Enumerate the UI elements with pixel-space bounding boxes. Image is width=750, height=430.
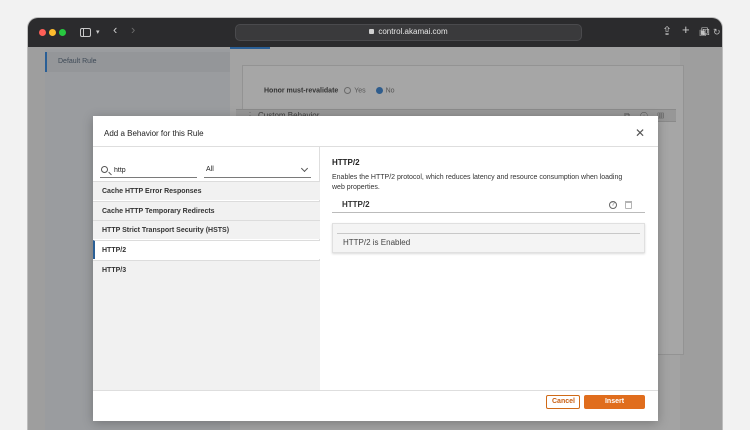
- reload-icon[interactable]: ↻: [713, 27, 721, 38]
- tab-overview-icon[interactable]: ⧉: [701, 23, 710, 39]
- behavior-status-text: HTTP/2 is Enabled: [343, 238, 411, 247]
- search-icon: [101, 166, 108, 173]
- detail-title: HTTP/2: [332, 158, 360, 167]
- category-select[interactable]: All: [204, 164, 311, 178]
- radio-no-label: No: [385, 87, 395, 95]
- list-item-selected[interactable]: HTTP/2: [93, 240, 320, 259]
- honor-must-revalidate-row: Honor must-revalidate Yes No: [264, 87, 395, 94]
- divider: [337, 233, 640, 234]
- behavior-status-box: HTTP/2 is Enabled: [332, 223, 645, 253]
- list-item[interactable]: Cache HTTP Error Responses: [93, 181, 320, 200]
- add-behavior-modal: Add a Behavior for this Rule ✕ All Cache…: [93, 116, 658, 421]
- lock-icon: [369, 29, 375, 34]
- list-item[interactable]: HTTP Strict Transport Security (HSTS): [93, 220, 320, 239]
- tab-indicator: [230, 47, 270, 49]
- url-text: control.akamai.com: [378, 27, 448, 36]
- behavior-detail-panel: HTTP/2 Enables the HTTP/2 protocol, whic…: [320, 147, 658, 390]
- detail-description: Enables the HTTP/2 protocol, which reduc…: [332, 174, 623, 191]
- new-tab-icon[interactable]: +: [682, 22, 690, 38]
- radio-yes[interactable]: [344, 87, 352, 94]
- cancel-button[interactable]: Cancel: [546, 395, 580, 409]
- close-window-button[interactable]: [39, 29, 46, 36]
- radio-no[interactable]: [375, 87, 383, 94]
- minimize-window-button[interactable]: [49, 29, 56, 36]
- sidebar-toggle-icon[interactable]: [80, 28, 91, 37]
- rule-tree-item-default-rule[interactable]: Default Rule: [45, 52, 230, 72]
- help-icon[interactable]: ?: [609, 201, 617, 209]
- list-empty-area: [93, 279, 320, 390]
- search-field[interactable]: [100, 164, 197, 178]
- category-select-value: All: [206, 166, 214, 173]
- close-icon[interactable]: ✕: [635, 126, 645, 140]
- chevron-down-icon: [300, 164, 309, 173]
- radio-yes-label: Yes: [354, 87, 366, 95]
- modal-title: Add a Behavior for this Rule: [104, 129, 204, 138]
- behavior-header-label: HTTP/2: [342, 200, 370, 209]
- behavior-list-panel: All Cache HTTP Error Responses Cache HTT…: [93, 147, 320, 390]
- browser-titlebar: ▾ ‹ › control.akamai.com ▣ ↻ ⇪ + ⧉: [28, 18, 722, 47]
- trash-icon[interactable]: [625, 201, 632, 209]
- behavior-header: HTTP/2 ?: [332, 199, 645, 213]
- list-item[interactable]: Cache HTTP Temporary Redirects: [93, 201, 320, 220]
- search-input[interactable]: [114, 164, 194, 176]
- share-icon[interactable]: ⇪: [662, 23, 672, 39]
- back-icon[interactable]: ‹: [113, 22, 117, 38]
- chevron-down-icon[interactable]: ▾: [96, 25, 100, 41]
- list-item[interactable]: HTTP/3: [93, 260, 320, 279]
- address-bar[interactable]: control.akamai.com ▣ ↻: [235, 24, 721, 41]
- modal-footer: Cancel Insert Behavior: [93, 390, 658, 421]
- forward-icon[interactable]: ›: [131, 22, 135, 38]
- honor-label: Honor must-revalidate: [264, 87, 339, 95]
- zoom-window-button[interactable]: [59, 29, 66, 36]
- insert-behavior-button[interactable]: Insert Behavior: [584, 395, 645, 417]
- modal-header: Add a Behavior for this Rule ✕: [93, 116, 658, 147]
